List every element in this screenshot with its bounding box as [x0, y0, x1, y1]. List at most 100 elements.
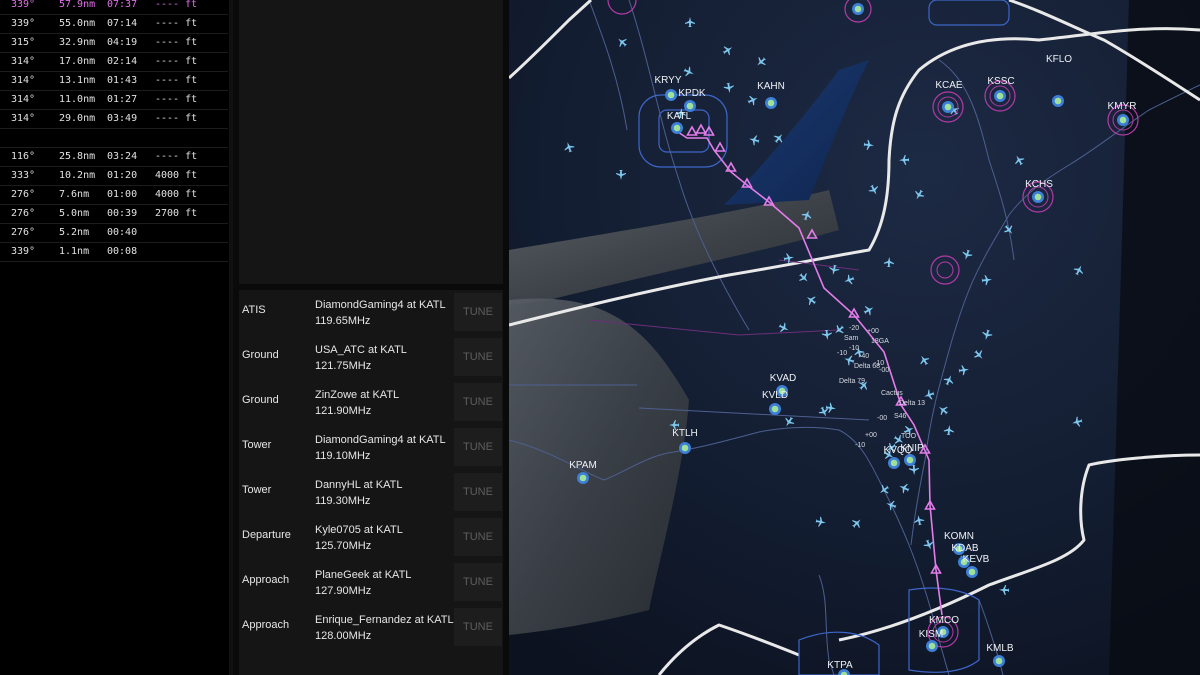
flight-plan-ete: 01:20: [107, 170, 138, 181]
flight-plan-row[interactable]: 333° 10.2nm 01:20 4000 ft: [0, 166, 228, 186]
frequency-type: Approach: [242, 574, 290, 586]
tune-button[interactable]: TUNE: [454, 293, 502, 331]
flight-plan-dist: 57.9nm: [59, 0, 96, 10]
flight-plan-hdg: 276°: [11, 189, 36, 200]
frequency-type: Tower: [242, 439, 272, 451]
frequency-row: Ground USA_ATC at KATL 121.75MHz TUNE: [239, 335, 503, 379]
airport-center-icon: [667, 91, 675, 99]
frequency-station: DiamondGaming4 at KATL: [315, 299, 446, 311]
frequency-type: Tower: [242, 484, 272, 496]
flight-plan-alt: 4000 ft: [155, 189, 198, 200]
airport-center-icon: [673, 124, 681, 132]
flight-plan-dist: 10.2nm: [59, 170, 96, 181]
frequency-station: Kyle0705 at KATL: [315, 524, 403, 536]
airport-label: KMCO: [929, 615, 959, 626]
tune-button[interactable]: TUNE: [454, 563, 502, 601]
airport-label: KEVB: [963, 554, 990, 565]
airport-center-icon: [579, 474, 587, 482]
flight-plan-ete: 00:08: [107, 246, 138, 257]
airport-center-icon: [1054, 97, 1062, 105]
frequency-type: Departure: [242, 529, 291, 541]
flight-plan-row[interactable]: 314° 11.0nm 01:27 ---- ft: [0, 90, 228, 110]
flight-plan-hdg: 314°: [11, 113, 36, 124]
airport-center-icon: [995, 657, 1003, 665]
traffic-callsign-label: -10: [874, 360, 884, 367]
traffic-callsign-label: S46: [894, 413, 907, 420]
flight-plan-hdg: 314°: [11, 75, 36, 86]
atc-panel: ATIS DiamondGaming4 at KATL 119.65MHz TUNE G…: [233, 0, 509, 675]
flight-plan-row[interactable]: 276° 5.2nm 00:40: [0, 223, 228, 243]
flight-plan-dist: 7.6nm: [59, 189, 90, 200]
airport-center-icon: [1034, 193, 1042, 201]
tune-button[interactable]: TUNE: [454, 518, 502, 556]
frequency-type: Ground: [242, 394, 279, 406]
flight-plan-row[interactable]: 315° 32.9nm 04:19 ---- ft: [0, 33, 228, 53]
flight-plan-alt: ---- ft: [155, 94, 198, 105]
airport-label: KPDK: [678, 88, 706, 99]
frequency-row: Departure Kyle0705 at KATL 125.70MHz TUNE: [239, 515, 503, 559]
airport-center-icon: [944, 103, 952, 111]
flight-plan-alt: 2700 ft: [155, 208, 198, 219]
flight-plan-row[interactable]: 339° 55.0nm 07:14 ---- ft: [0, 14, 228, 34]
flight-plan-ete: 04:19: [107, 37, 138, 48]
tune-button[interactable]: TUNE: [454, 428, 502, 466]
frequency-mhz: 127.90MHz: [315, 585, 372, 597]
flight-plan-row[interactable]: 314° 17.0nm 02:14 ---- ft: [0, 52, 228, 72]
flight-plan-alt: ---- ft: [155, 75, 198, 86]
airport-center-icon: [890, 459, 898, 467]
frequency-mhz: 121.90MHz: [315, 405, 372, 417]
flight-plan-ete: 02:14: [107, 56, 138, 67]
airport-center-icon: [681, 444, 689, 452]
flight-plan-hdg: 333°: [11, 170, 36, 181]
traffic-callsign-label: -40: [859, 353, 869, 360]
flight-plan-alt: ---- ft: [155, 37, 198, 48]
atc-info-area: [239, 0, 503, 284]
tune-button[interactable]: TUNE: [454, 383, 502, 421]
flight-plan-hdg: 315°: [11, 37, 36, 48]
airport-center-icon: [968, 568, 976, 576]
flight-plan-row[interactable]: 276° 5.0nm 00:39 2700 ft: [0, 204, 228, 224]
frequency-row: Tower DiamondGaming4 at KATL 119.10MHz TUNE: [239, 425, 503, 469]
flight-plan-row[interactable]: 116° 25.8nm 03:24 ---- ft: [0, 147, 228, 167]
flight-plan-row[interactable]: 339° 57.9nm 07:37 ---- ft: [0, 0, 228, 15]
flight-plan-dist: 11.0nm: [59, 94, 96, 105]
flight-plan-ete: 01:43: [107, 75, 138, 86]
airport-center-icon: [767, 99, 775, 107]
flight-plan-alt: ---- ft: [155, 18, 198, 29]
traffic-callsign-label: -10: [855, 442, 865, 449]
flight-plan-ete: 03:24: [107, 151, 138, 162]
flight-plan-hdg: 314°: [11, 56, 36, 67]
flight-plan-alt: ---- ft: [155, 0, 198, 10]
airport-center-icon: [1119, 116, 1127, 124]
airport-label: KTPA: [827, 660, 853, 671]
airport-label: KCAE: [935, 80, 963, 91]
traffic-callsign-label: Delta 13: [899, 400, 925, 407]
flight-plan-alt: 4000 ft: [155, 170, 198, 181]
flight-plan-row[interactable]: [0, 128, 228, 148]
frequency-type: Approach: [242, 619, 290, 631]
frequency-mhz: 121.75MHz: [315, 360, 372, 372]
tune-button[interactable]: TUNE: [454, 473, 502, 511]
airport-label: KAHN: [757, 81, 785, 92]
moving-map[interactable]: +00-20-1018GASam-10 -40Delta 79-00Delta 6…: [509, 0, 1200, 675]
traffic-callsign-label: -10: [837, 350, 847, 357]
airport-center-icon: [854, 5, 862, 13]
traffic-callsign-label: +00: [867, 328, 879, 335]
flight-plan-dist: 55.0nm: [59, 18, 96, 29]
traffic-callsign-label: -20: [849, 325, 859, 332]
flight-plan-hdg: 116°: [11, 151, 36, 162]
airport-label: KATL: [667, 111, 692, 122]
airport-label: KVLD: [762, 390, 788, 401]
flight-plan-row[interactable]: 276° 7.6nm 01:00 4000 ft: [0, 185, 228, 205]
tune-button[interactable]: TUNE: [454, 338, 502, 376]
flight-plan-row[interactable]: 339° 1.1nm 00:08: [0, 242, 228, 262]
flight-plan-dist: 13.1nm: [59, 75, 96, 86]
tune-button[interactable]: TUNE: [454, 608, 502, 646]
traffic-callsign-label: Delta 79: [839, 378, 865, 385]
flight-plan-row[interactable]: 314° 13.1nm 01:43 ---- ft: [0, 71, 228, 91]
flight-plan-row[interactable]: 314° 29.0nm 03:49 ---- ft: [0, 109, 228, 129]
frequency-mhz: 119.10MHz: [315, 450, 371, 462]
frequency-row: Tower DannyHL at KATL 119.30MHz TUNE: [239, 470, 503, 514]
airport-label: KFLO: [1046, 54, 1072, 65]
frequency-row: Approach Enrique_Fernandez at KATL 128.00M…: [239, 605, 503, 649]
